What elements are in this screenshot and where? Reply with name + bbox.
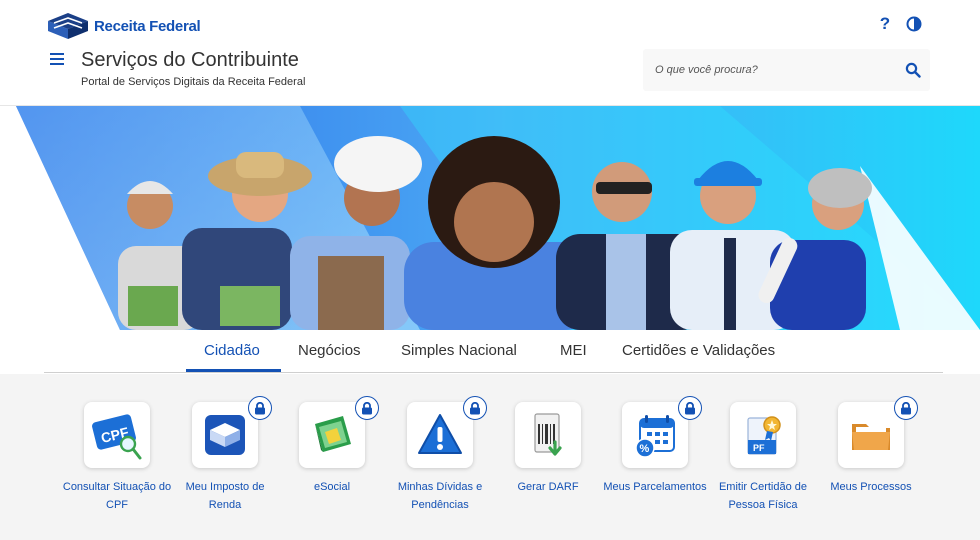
service-card[interactable]: % [622, 396, 702, 468]
search-input[interactable] [643, 49, 893, 91]
income-tax-icon [205, 415, 245, 455]
service-gerar-darf[interactable]: Gerar DARF [493, 402, 603, 496]
service-label: Meu Imposto de Renda [185, 481, 265, 511]
lock-icon [463, 396, 487, 420]
service-card[interactable] [515, 402, 581, 468]
active-tab-indicator [186, 369, 281, 372]
service-label: Consultar Situação do CPF [62, 481, 172, 511]
services-grid: CPF Consultar Situação do CPF Meu Impost… [0, 374, 980, 540]
service-minhas-dividas[interactable]: Minhas Dívidas e Pendências [385, 396, 495, 514]
service-card[interactable]: PF [730, 402, 796, 468]
esocial-icon [315, 416, 351, 452]
darf-barcode-icon [534, 413, 562, 456]
lock-icon [678, 396, 702, 420]
category-tabs: Cidadão Negócios Simples Nacional MEI Ce… [44, 330, 943, 373]
svg-text:%: % [640, 443, 650, 455]
lock-icon [248, 396, 272, 420]
lock-icon [894, 396, 918, 420]
service-meus-processos[interactable]: Meus Processos [816, 396, 926, 496]
tab-simples-nacional[interactable]: Simples Nacional [401, 342, 517, 359]
service-label: Meus Parcelamentos [603, 481, 707, 493]
tab-certidoes-validacoes[interactable]: Certidões e Validações [622, 342, 775, 359]
tab-cidadao[interactable]: Cidadão [204, 342, 260, 359]
svg-text:PF: PF [753, 443, 765, 453]
search-box [643, 49, 930, 91]
page-title: Serviços do Contribuinte [81, 49, 299, 71]
site-header: Receita Federal ? Serviços do Contribuin… [0, 0, 980, 106]
folder-icon [852, 424, 890, 450]
service-card[interactable] [838, 396, 918, 468]
service-meus-parcelamentos[interactable]: % Meus Parcelamentos [600, 396, 710, 496]
warning-icon [418, 414, 462, 454]
service-label: Emitir Certidão de Pessoa Física [718, 481, 808, 511]
logo-text: Receita Federal [94, 17, 201, 35]
service-label: eSocial [313, 481, 351, 493]
tab-negocios[interactable]: Negócios [298, 342, 361, 359]
service-meu-imposto-de-renda[interactable]: Meu Imposto de Renda [170, 396, 280, 514]
receita-federal-logo[interactable]: Receita Federal [46, 11, 201, 41]
banner-illustration [16, 106, 980, 330]
certificate-icon: PF [747, 416, 781, 455]
service-card[interactable] [192, 396, 272, 468]
service-card[interactable] [407, 396, 487, 468]
service-esocial[interactable]: eSocial [277, 396, 387, 496]
contrast-icon[interactable] [906, 16, 922, 32]
hero-banner [0, 106, 980, 330]
service-label: Gerar DARF [517, 481, 579, 493]
tab-mei[interactable]: MEI [560, 342, 587, 359]
service-label: Meus Processos [830, 481, 912, 493]
search-icon[interactable] [905, 62, 921, 78]
receita-logo-icon [48, 13, 88, 39]
cpf-search-icon: CPF [92, 414, 142, 460]
service-consultar-cpf[interactable]: CPF Consultar Situação do CPF [62, 402, 172, 514]
service-emitir-certidao[interactable]: PF Emitir Certidão de Pessoa Física [708, 402, 818, 514]
calendar-percent-icon: % [635, 415, 675, 458]
hamburger-menu-icon[interactable] [50, 53, 64, 67]
service-card[interactable]: CPF [84, 402, 150, 468]
lock-icon [355, 396, 379, 420]
service-label: Minhas Dívidas e Pendências [397, 481, 483, 511]
service-card[interactable] [299, 396, 379, 468]
page-subtitle: Portal de Serviços Digitais da Receita F… [81, 76, 306, 88]
help-icon[interactable]: ? [876, 14, 894, 34]
